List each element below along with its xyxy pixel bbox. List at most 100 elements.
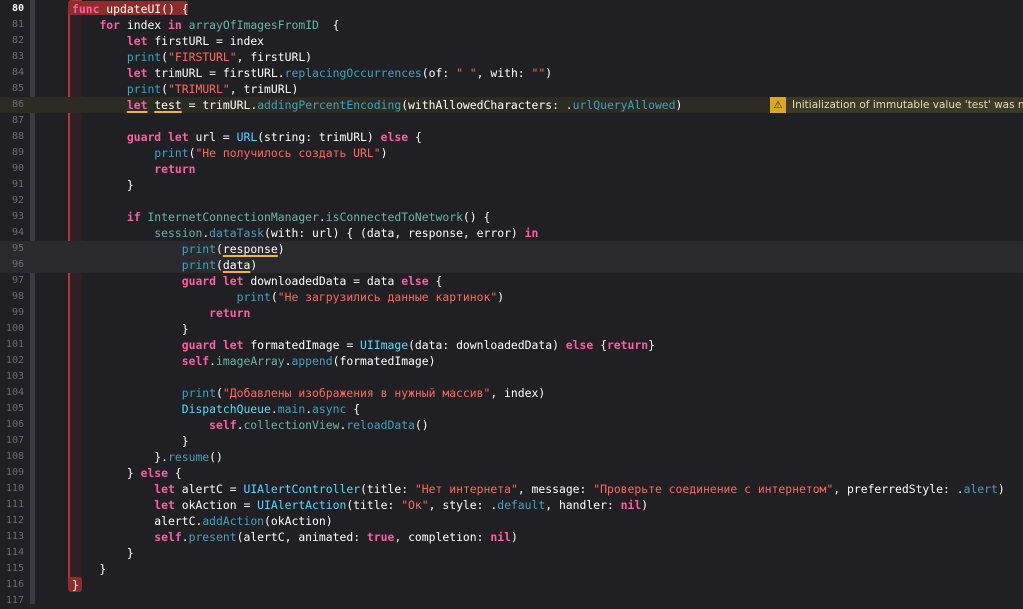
code-line[interactable]: 93 if InternetConnectionManager.isConnec… (0, 209, 1023, 225)
code-line[interactable]: 89 print("Не получилось создать URL") (0, 145, 1023, 161)
code-line[interactable]: 82 let firstURL = index (0, 33, 1023, 49)
line-number: 105 (5, 403, 24, 414)
code-line[interactable]: 96 print(data) (0, 257, 1023, 273)
code-token: downloadedData = data (250, 274, 402, 288)
code-line[interactable]: 84 let trimURL = firstURL.replacingOccur… (0, 65, 1023, 81)
code-line[interactable]: 92 (0, 193, 1023, 209)
code-line[interactable]: 117 (0, 593, 1023, 609)
code-line[interactable]: 101 guard let formatedImage = UIImage(da… (0, 337, 1023, 353)
line-number: 97 (11, 275, 24, 286)
code-token: print (126, 50, 162, 64)
code-line[interactable]: 83 print("FIRSTURL", firstURL) (0, 49, 1023, 65)
code-line[interactable]: 81 for index in arrayOfImagesFromID { (0, 17, 1023, 33)
code-token: arrayOfImagesFromID (188, 18, 319, 32)
code-line[interactable]: 95 print(response) (0, 241, 1023, 257)
code-text: guard let url = URL(string: trimURL) els… (72, 129, 422, 145)
code-line[interactable]: 114 } (0, 545, 1023, 561)
code-token: } (72, 578, 79, 592)
code-text: guard let formatedImage = UIImage(data: … (72, 337, 655, 353)
code-token: (with: url) { (data, response, error) (264, 226, 525, 240)
code-line[interactable]: 91 } (0, 177, 1023, 193)
code-token: updateUI() { (106, 2, 189, 16)
line-number: 102 (5, 355, 24, 366)
line-number: 104 (5, 387, 24, 398)
code-line[interactable]: 116} (0, 577, 1023, 593)
line-number: 106 (5, 419, 24, 430)
code-text: }.resume() (72, 449, 223, 465)
code-line[interactable]: 104 print("Добавлены изображения в нужны… (0, 385, 1023, 401)
code-token: } (72, 546, 134, 560)
code-token: addAction (202, 514, 265, 528)
warning-message: Initialization of immutable value 'test'… (792, 99, 1023, 111)
code-token: () (414, 418, 429, 432)
code-token: response (222, 242, 278, 256)
code-token: ) (277, 242, 285, 256)
code-line[interactable]: 102 self.imageArray.append(formatedImage… (0, 353, 1023, 369)
code-token: isConnectedToNetwork (325, 210, 463, 224)
code-line[interactable]: 90 return (0, 161, 1023, 177)
code-line[interactable]: 85 print("TRIMURL", trimURL) (0, 81, 1023, 97)
code-line[interactable]: 99 return (0, 305, 1023, 321)
code-token: alertC. (72, 514, 203, 528)
code-line[interactable]: 111 let okAction = UIAlertAction(title: … (0, 497, 1023, 513)
code-line[interactable]: 110 let alertC = UIAlertController(title… (0, 481, 1023, 497)
code-line[interactable]: 100 } (0, 321, 1023, 337)
code-token: index (126, 18, 169, 32)
code-token: alert (963, 482, 998, 496)
code-text: alertC.addAction(okAction) (72, 513, 332, 529)
code-token: } (72, 322, 189, 336)
code-line[interactable]: 106 self.collectionView.reloadData() (0, 417, 1023, 433)
line-number: 101 (5, 339, 24, 350)
code-token: print (236, 290, 271, 304)
code-line[interactable]: 108 }.resume() (0, 449, 1023, 465)
code-token: , index) (490, 386, 546, 400)
code-editor[interactable]: 80 func updateUI() {81 for index in array… (0, 0, 1023, 606)
code-token: { (414, 130, 422, 144)
code-token: , trimURL) (229, 82, 299, 96)
code-text: print("Не получилось создать URL") (72, 145, 387, 161)
code-line[interactable]: 107 } (0, 433, 1023, 449)
code-line[interactable]: 112 alertC.addAction(okAction) (0, 513, 1023, 529)
code-line[interactable]: 109 } else { (0, 465, 1023, 481)
code-text: let firstURL = index (72, 33, 264, 49)
code-token: nil (490, 530, 511, 544)
code-line[interactable]: 88 guard let url = URL(string: trimURL) … (0, 129, 1023, 145)
code-line[interactable]: 97 guard let downloadedData = data else … (0, 273, 1023, 289)
code-token: . (181, 530, 189, 544)
code-line[interactable]: 103 (0, 369, 1023, 385)
code-token: UIImage (360, 338, 409, 352)
code-line[interactable]: 113 self.present(alertC, animated: true,… (0, 529, 1023, 545)
code-token: self (154, 530, 182, 544)
code-line[interactable]: 87 (0, 113, 1023, 129)
code-token: "Не получилось создать URL" (195, 146, 381, 160)
code-line[interactable]: 115 } (0, 561, 1023, 577)
line-number: 94 (11, 227, 24, 238)
code-token: " " (456, 66, 477, 80)
code-text: func updateUI() { (72, 1, 189, 17)
warning-annotation[interactable]: ⚠ Initialization of immutable value 'tes… (770, 97, 1023, 113)
code-token: else (380, 130, 415, 144)
code-token: return (154, 162, 196, 176)
code-line[interactable]: 94 session.dataTask(with: url) { (data, … (0, 225, 1023, 241)
code-line[interactable]: 98 print("Не загрузились данные картинок… (0, 289, 1023, 305)
line-number: 90 (11, 163, 24, 174)
code-text: let alertC = UIAlertController(title: "Н… (72, 481, 1004, 497)
code-line[interactable]: 80 func updateUI() { (0, 1, 1023, 17)
code-token: ) (380, 146, 388, 160)
code-line[interactable]: 105 DispatchQueue.main.async { (0, 401, 1023, 417)
code-token: formatedImage = (250, 338, 361, 352)
code-token: (withAllowedCharacters: . (401, 98, 573, 112)
code-text: } (72, 545, 134, 561)
code-token: self (181, 354, 210, 368)
code-token: , style: . (428, 498, 498, 512)
